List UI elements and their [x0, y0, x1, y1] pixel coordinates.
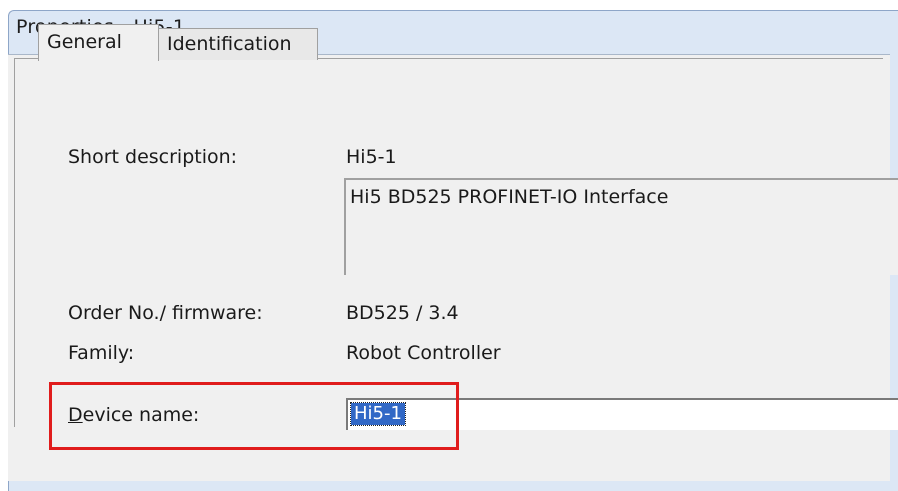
short-description-label: Short description: — [68, 146, 238, 168]
family-label: Family: — [68, 342, 135, 364]
description-text: Hi5 BD525 PROFINET-IO Interface — [350, 186, 669, 208]
tab-identification-label: Identification — [167, 33, 292, 55]
tab-identification[interactable]: Identification — [158, 28, 318, 60]
order-no-value: BD525 / 3.4 — [346, 302, 459, 324]
description-textbox[interactable]: Hi5 BD525 PROFINET-IO Interface — [344, 178, 898, 275]
order-no-label: Order No./ firmware: — [68, 302, 263, 324]
tab-general[interactable]: General — [38, 24, 159, 61]
short-description-value: Hi5-1 — [346, 146, 397, 168]
tab-general-label: General — [47, 31, 122, 53]
highlight-annotation-box — [49, 382, 459, 450]
family-value: Robot Controller — [346, 342, 501, 364]
